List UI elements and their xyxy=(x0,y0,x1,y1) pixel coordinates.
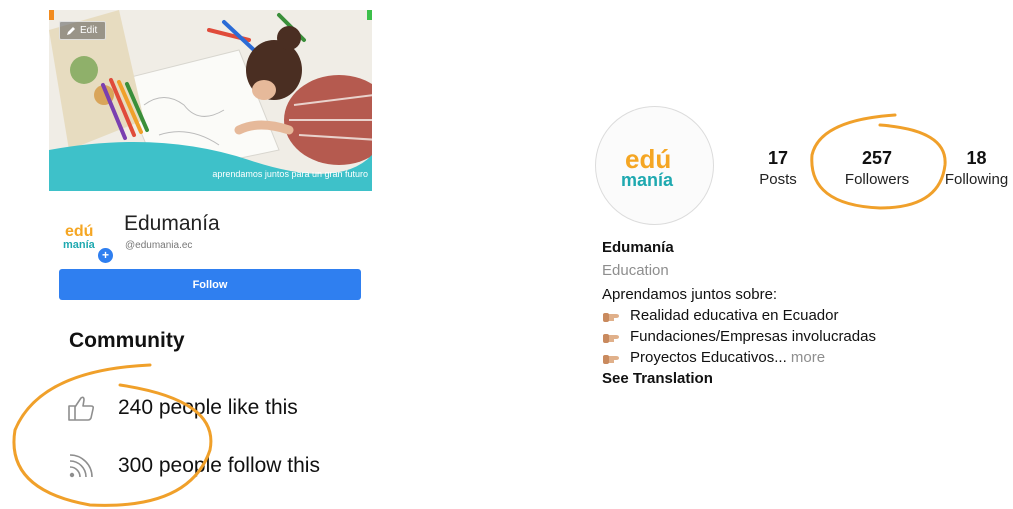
bio-item: Proyectos Educativos... more xyxy=(602,347,876,368)
edit-label: Edit xyxy=(80,25,98,36)
pointing-hand-icon xyxy=(603,354,619,364)
page-name: Edumanía xyxy=(124,212,220,235)
bio-intro: Aprendamos juntos sobre: xyxy=(602,286,778,303)
edit-cover-button[interactable]: Edit xyxy=(59,21,107,40)
posts-count: 17 xyxy=(767,148,789,168)
profile-name: Edumanía xyxy=(602,239,674,256)
cover-caption: aprendamos juntos para un gran futuro xyxy=(212,169,368,179)
profile-avatar[interactable]: edú manía xyxy=(595,106,714,225)
bio-item: Realidad educativa en Ecuador xyxy=(602,305,876,326)
edumania-logo: edú manía xyxy=(621,144,674,190)
logo-top-text: edú xyxy=(65,223,93,240)
posts-stat[interactable]: 17 Posts xyxy=(754,148,802,188)
profile-category: Education xyxy=(602,262,669,279)
community-heading: Community xyxy=(69,329,185,352)
posts-label: Posts xyxy=(759,171,797,188)
more-link[interactable]: more xyxy=(791,347,825,368)
annotation-circle xyxy=(810,113,947,210)
add-photo-badge[interactable]: + xyxy=(96,246,115,265)
follow-button[interactable]: Follow xyxy=(59,269,361,300)
cover-photo: Edit aprendamos juntos para un gran futu… xyxy=(49,10,372,191)
logo-bottom-text: manía xyxy=(63,239,96,251)
annotation-circle xyxy=(12,363,213,507)
logo-bottom-text: manía xyxy=(621,170,674,190)
page-avatar[interactable]: edú manía + xyxy=(61,218,115,265)
pointing-hand-icon xyxy=(603,333,619,343)
page-handle: @edumania.ec xyxy=(125,240,193,251)
bio-item: Fundaciones/Empresas involucradas xyxy=(602,326,876,347)
pointing-hand-icon xyxy=(603,312,619,322)
profile-bio: Aprendamos juntos sobre: Realidad educat… xyxy=(602,284,876,389)
see-translation-link[interactable]: See Translation xyxy=(602,368,876,389)
pencil-icon xyxy=(67,26,75,35)
